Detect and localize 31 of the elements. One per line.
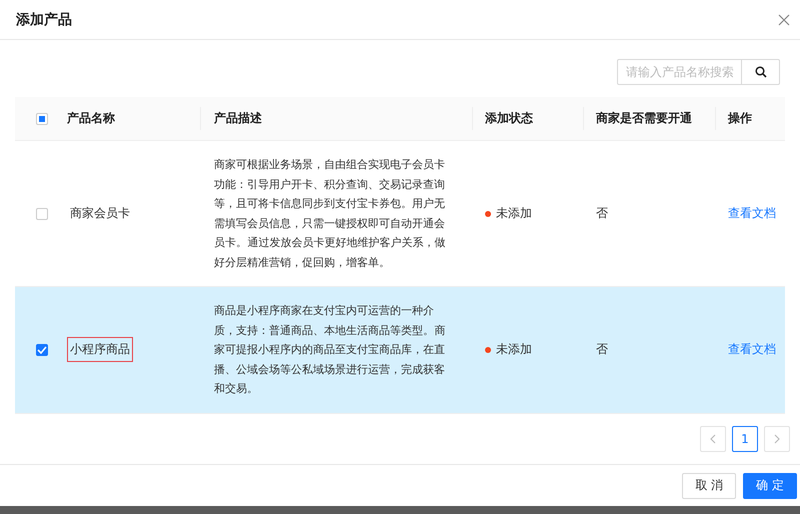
column-header: 添加状态 [485,110,533,127]
activation-value: 否 [596,341,608,358]
table-row[interactable]: 小程序商品 商品是小程序商家在支付宝内可运营的一种介质，支持：普通商品、本地生活商品等类型。 商家可提报小程序内的商品至支付宝商品库，在直播、公域会场等公私域场景进行运营，完成获客和交易。 未添加 否 查看文档 [15,287,785,414]
select-all-checkbox[interactable] [36,112,48,124]
row-checkbox[interactable] [36,344,48,356]
check-icon [36,346,46,354]
search-button[interactable] [742,59,780,85]
product-description: 商品是小程序商家在支付宝内可运营的一种介质，支持：普通商品、本地生活商品等类型。 商家可提报小程序内的商品至支付宝商品库，在直播、公域会场等公私域场景进行运营，完成获客和交易。 [214,303,446,397]
search-field[interactable]: 请输入产品名称搜索 [617,59,742,85]
search-icon [754,66,766,78]
close-icon [778,14,790,26]
product-description: 商家可根据业务场景，自由组合实现电子会员卡功能：引导用户开卡、积分查询、交易记录查询等，且可将卡信息同步到支付宝卡券包。用户无需填写会员信息，只需一键授权即可自动开通会员卡。 通过发放会员卡更好地维护客户关系，做好分层精准营销，促回购，增客单。 [214,157,446,270]
chevron-left-icon [710,434,716,444]
close-button[interactable] [776,12,792,28]
status-text: 未添加 [496,341,532,358]
dialog-title: 添加产品 [16,10,72,28]
chevron-right-icon [774,434,780,444]
column-header: 产品描述 [214,110,262,127]
page-button[interactable]: 1 [732,426,758,452]
confirm-button[interactable]: 确 定 [743,472,797,498]
row-checkbox[interactable] [36,208,48,220]
column-header: 商家是否需要开通 [596,110,692,127]
activation-value: 否 [596,205,608,222]
column-header: 操作 [728,110,752,127]
column-header: 产品名称 [67,110,115,127]
view-docs-link[interactable]: 查看文档 [728,341,776,358]
product-name: 商家会员卡 [69,205,131,222]
product-name: 小程序商品 [67,337,133,362]
cancel-button[interactable]: 取 消 [682,472,736,498]
view-docs-link[interactable]: 查看文档 [728,205,776,222]
status-text: 未添加 [496,205,532,222]
